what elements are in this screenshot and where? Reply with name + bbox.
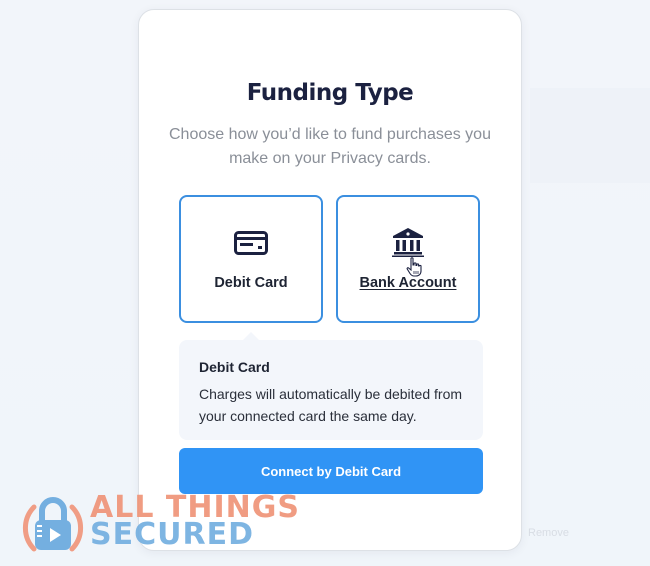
credit-card-icon	[234, 231, 268, 260]
info-title: Debit Card	[199, 359, 270, 375]
option-label-text: Bank Account	[359, 275, 457, 291]
option-label: Debit Card	[214, 275, 288, 291]
funding-type-modal: Funding Type Choose how you’d like to fu…	[138, 9, 522, 551]
modal-subtitle: Choose how you’d like to fund purchases …	[169, 126, 491, 167]
info-caret	[243, 332, 259, 340]
info-description: Charges will automatically be debited fr…	[199, 386, 463, 424]
connect-debit-card-button[interactable]: Connect by Debit Card	[179, 448, 483, 494]
padlock-play-icon	[20, 493, 86, 562]
background-faint-text: Remove	[528, 527, 569, 539]
option-bank-account[interactable]: Bank Account	[336, 195, 480, 323]
modal-title: Funding Type	[246, 80, 414, 106]
funding-info-box: Debit Card Charges will automatically be…	[179, 332, 483, 440]
background-panel	[530, 88, 650, 183]
option-label: Bank Account	[338, 275, 478, 291]
option-debit-card[interactable]: Debit Card	[179, 195, 323, 323]
